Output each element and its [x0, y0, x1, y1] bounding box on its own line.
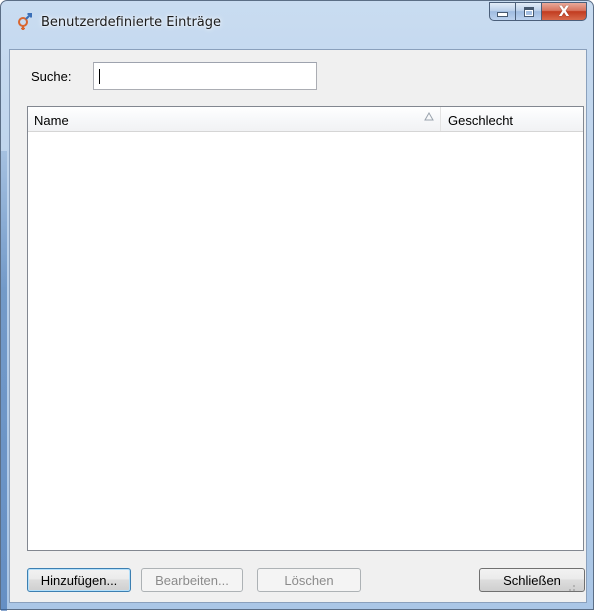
close-button-label: Schließen — [503, 572, 561, 588]
close-icon: X — [558, 3, 570, 20]
entries-list[interactable]: Name Geschlecht — [27, 106, 584, 551]
search-input[interactable] — [93, 62, 317, 90]
text-cursor — [99, 69, 100, 84]
edit-button-label: Bearbeiten... — [155, 572, 229, 588]
dialog-client-area: Suche: Name Geschlecht Hinzufügen... Bea… — [9, 49, 587, 603]
resize-grip-icon[interactable] — [566, 582, 576, 592]
close-window-button[interactable]: X — [542, 2, 587, 21]
gender-icon — [18, 13, 32, 30]
column-header-gender-label: Geschlecht — [448, 113, 514, 128]
list-header: Name Geschlecht — [28, 107, 583, 132]
dialog-window: Benutzerdefinierte Einträge X Suche: Nam… — [0, 0, 594, 611]
caption-buttons: X — [489, 2, 587, 22]
edit-button[interactable]: Bearbeiten... — [141, 568, 243, 592]
column-header-name[interactable]: Name — [28, 107, 441, 131]
minimize-icon — [497, 12, 508, 17]
window-title: Benutzerdefinierte Einträge — [41, 15, 222, 30]
delete-button[interactable]: Löschen — [257, 568, 361, 592]
column-header-name-label: Name — [34, 113, 69, 128]
maximize-button[interactable] — [516, 2, 542, 21]
column-header-gender[interactable]: Geschlecht — [442, 107, 584, 131]
add-button[interactable]: Hinzufügen... — [27, 568, 131, 592]
add-button-label: Hinzufügen... — [40, 572, 118, 588]
delete-button-label: Löschen — [284, 572, 334, 588]
sort-ascending-icon — [424, 112, 434, 121]
title-bar[interactable]: Benutzerdefinierte Einträge X — [1, 1, 593, 41]
minimize-button[interactable] — [489, 2, 516, 21]
search-label: Suche: — [31, 69, 72, 84]
maximize-icon — [523, 6, 534, 17]
